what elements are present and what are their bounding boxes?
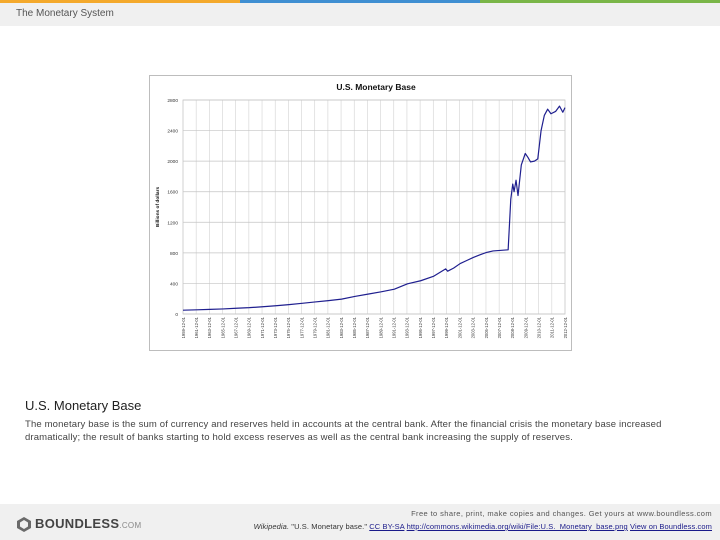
x-tick-label: 2007-12-01: [497, 316, 502, 338]
x-tick-label: 1971-12-01: [260, 316, 265, 338]
footer-bar: BOUNDLESS.COM Free to share, print, make…: [0, 504, 720, 540]
x-tick-label: 2008-12-01: [510, 316, 515, 338]
x-tick-label: 1961-12-01: [194, 316, 199, 338]
page-title: The Monetary System: [16, 8, 114, 19]
chart-figure: 0 400 800 1200 1600 2000 2400 2800 1959-12-01 196…: [149, 75, 572, 351]
y-tick-label: 2400: [167, 129, 178, 135]
boundless-logo-icon: [17, 517, 31, 532]
view-on-boundless-link[interactable]: View on Boundless.com: [630, 522, 712, 531]
y-tick-label: 0: [175, 312, 178, 318]
x-tick-label: 1987-12-01: [365, 316, 370, 338]
y-tick-label: 800: [170, 251, 178, 257]
chart-title: U.S. Monetary Base: [336, 82, 416, 92]
y-tick-label: 1200: [167, 220, 178, 226]
y-tick-label: 400: [170, 281, 178, 287]
y-tick-label: 2800: [167, 98, 178, 104]
x-tick-label: 2009-12-01: [523, 316, 528, 338]
logo-text: BOUNDLESS.COM: [35, 516, 142, 531]
x-tick-label: 2011-12-01: [550, 316, 555, 338]
x-tick-label: 1973-12-01: [273, 316, 278, 338]
x-tick-label: 1967-12-01: [233, 316, 238, 338]
x-tick-label: 1995-12-01: [418, 316, 423, 338]
figure-caption-body: The monetary base is the sum of currency…: [25, 419, 662, 443]
x-tick-label: 1985-12-01: [352, 316, 357, 338]
monetary-base-chart: 0 400 800 1200 1600 2000 2400 2800 1959-12-01 196…: [155, 82, 568, 338]
x-tick-label: 1965-12-01: [220, 316, 225, 338]
attribution-line: Wikipedia. "U.S. Monetary base." CC BY-S…: [254, 522, 712, 531]
x-tick-label: 1979-12-01: [313, 316, 318, 338]
accent-stripe-green: [480, 0, 720, 3]
x-tick-label: 1963-12-01: [207, 316, 212, 338]
x-tick-label: 2010-12-01: [536, 316, 541, 338]
x-tick-label: 1969-12-01: [247, 316, 252, 338]
attribution-source: Wikipedia.: [253, 522, 290, 531]
license-link[interactable]: CC BY-SA: [369, 522, 404, 531]
accent-stripe-blue: [240, 0, 480, 3]
x-tick-label: 2005-12-01: [484, 316, 489, 338]
x-tick-label: 2012-12-01: [563, 316, 568, 338]
x-tick-label: 1975-12-01: [286, 316, 291, 338]
x-tick-label: 1959-12-01: [181, 316, 186, 338]
x-tick-label: 1989-12-01: [378, 316, 383, 338]
source-url-link[interactable]: http://commons.wikimedia.org/wiki/File:U…: [407, 522, 628, 531]
attribution-quote: "U.S. Monetary base.": [289, 522, 370, 531]
x-tick-label: 1983-12-01: [339, 316, 344, 338]
accent-stripe-orange: [0, 0, 240, 3]
license-notice: Free to share, print, make copies and ch…: [411, 509, 712, 518]
x-tick-label: 1991-12-01: [392, 316, 397, 338]
y-tick-label: 1600: [167, 190, 178, 196]
x-tick-label: 1999-12-01: [444, 316, 449, 338]
plot-area: [182, 99, 566, 315]
y-axis-label: Billions of dollars: [155, 187, 161, 228]
x-tick-label: 1997-12-01: [431, 316, 436, 338]
figure-caption-title: U.S. Monetary Base: [25, 398, 142, 413]
y-tick-label: 2000: [167, 159, 178, 165]
header-bar: The Monetary System: [0, 0, 720, 26]
x-tick-label: 1977-12-01: [299, 316, 304, 338]
x-tick-label: 1981-12-01: [326, 316, 331, 338]
x-tick-label: 2003-12-01: [471, 316, 476, 338]
x-tick-label: 2001-12-01: [457, 316, 462, 338]
x-tick-label: 1993-12-01: [405, 316, 410, 338]
